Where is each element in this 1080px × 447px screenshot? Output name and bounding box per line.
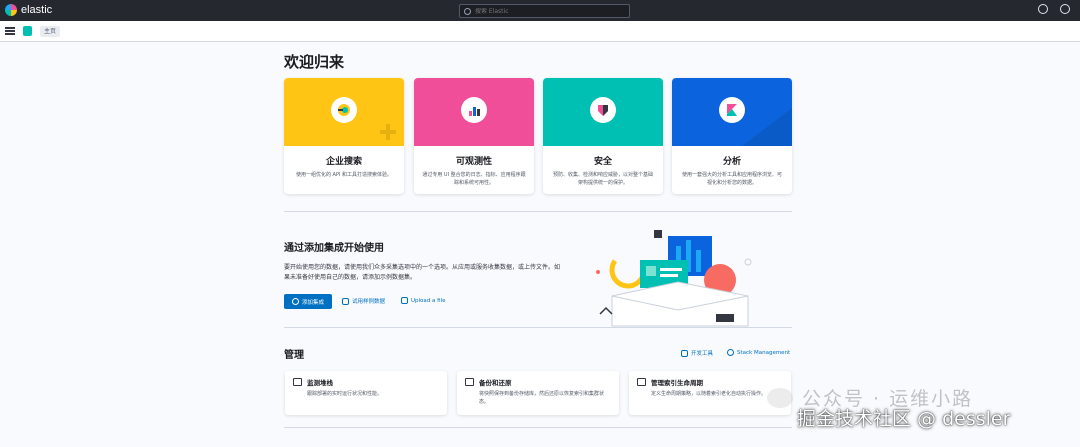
heartbeat-icon xyxy=(293,378,302,386)
integrations-title: 通过添加集成开始使用 xyxy=(284,243,384,254)
management-card-backup[interactable]: 备份和还原 将快照保存到备份存储库，然后还原以恢复索引和集群状态。 xyxy=(457,371,619,415)
management-card-title: 管理索引生命周期 xyxy=(651,379,703,387)
section-divider xyxy=(284,327,792,328)
card-title: 可观测性 xyxy=(455,157,492,167)
card-description: 通过专用 UI 整合您的日志、指标、应用程序跟踪和系统可用性。 xyxy=(422,172,526,186)
breadcrumb-home[interactable]: 主页 xyxy=(40,25,61,37)
integrations-illustration xyxy=(596,230,752,327)
stack-management-link[interactable]: Stack Management xyxy=(727,349,790,356)
list-icon xyxy=(637,378,646,386)
elastic-logo[interactable]: elastic xyxy=(5,4,52,16)
solution-card-analytics[interactable]: 分析 使用一套强大的分析工具和应用程序浏览、可视化和分析您的数据。 xyxy=(672,78,792,194)
sample-data-label: 试用样例数据 xyxy=(352,299,386,305)
management-card-description: 定义生命周期策略，以随着索引老化自动执行操作。 xyxy=(651,391,767,397)
document-icon xyxy=(342,297,349,305)
plus-icon xyxy=(291,298,299,305)
card-banner xyxy=(543,78,663,146)
top-header: elastic xyxy=(0,0,1080,21)
wechat-watermark-icon xyxy=(767,388,793,408)
card-description: 预防、收集、检测和响应威胁，以对整个基础架构提供统一的保护。 xyxy=(552,172,653,186)
upload-file-label: Upload a file xyxy=(411,297,446,304)
global-search[interactable] xyxy=(459,4,630,18)
add-integrations-button[interactable]: 添加集成 xyxy=(284,294,332,309)
management-card-description: 将快照保存到备份存储库，然后还原以恢复索引和集群状态。 xyxy=(479,391,605,405)
management-card-title: 备份和还原 xyxy=(479,379,512,387)
management-card-title: 监测堆栈 xyxy=(307,379,333,387)
add-integrations-label: 添加集成 xyxy=(301,299,324,306)
menu-toggle-icon[interactable] xyxy=(5,27,15,35)
database-icon xyxy=(465,378,474,386)
card-banner xyxy=(672,78,792,146)
dev-tools-link[interactable]: 开发工具 xyxy=(681,349,713,357)
card-banner xyxy=(284,78,404,146)
security-icon xyxy=(590,97,616,123)
management-card-description: 跟踪部署的实时运行状况和性能。 xyxy=(307,391,383,397)
solution-card-security[interactable]: 安全 预防、收集、检测和响应威胁，以对整个基础架构提供统一的保护。 xyxy=(543,78,663,194)
section-divider xyxy=(284,211,792,212)
integrations-description: 要开始使用您的数据，请使用我们众多采集选项中的一个选项。从应用或服务收集数据，或… xyxy=(284,264,561,281)
card-title: 安全 xyxy=(593,157,612,167)
page-title: 欢迎归来 xyxy=(284,53,345,71)
section-divider xyxy=(284,427,792,428)
stack-management-label: Stack Management xyxy=(737,349,791,356)
card-description: 使用一套强大的分析工具和应用程序浏览、可视化和分析您的数据。 xyxy=(681,172,782,186)
sample-data-link[interactable]: 试用样例数据 xyxy=(342,297,385,305)
management-card-monitoring[interactable]: 监测堆栈 跟踪部署的实时运行状况和性能。 xyxy=(285,371,447,415)
card-description: 使用一组优化的 API 和工具打造搜索体验。 xyxy=(295,172,393,178)
search-input[interactable] xyxy=(475,7,615,15)
breadcrumb-bar: 主页 xyxy=(0,21,1080,42)
app-badge-icon[interactable] xyxy=(23,26,32,36)
gear-icon xyxy=(727,349,734,356)
user-menu-icon[interactable] xyxy=(1060,4,1070,14)
dev-tools-label: 开发工具 xyxy=(691,351,714,357)
solution-card-observability[interactable]: 可观测性 通过专用 UI 整合您的日志、指标、应用程序跟踪和系统可用性。 xyxy=(414,78,534,194)
search-icon xyxy=(464,7,471,15)
card-title: 分析 xyxy=(722,157,741,167)
enterprise-search-icon xyxy=(331,97,357,123)
logo-text: elastic xyxy=(21,4,53,16)
upload-file-link[interactable]: Upload a file xyxy=(401,297,446,304)
wrench-icon xyxy=(681,349,688,357)
management-title: 管理 xyxy=(284,350,304,361)
upload-icon xyxy=(401,297,408,304)
management-card-index-lifecycle[interactable]: 管理索引生命周期 定义生命周期策略，以随着索引老化自动执行操作。 xyxy=(629,371,791,415)
card-title: 企业搜索 xyxy=(325,157,362,167)
help-icon[interactable] xyxy=(1038,4,1048,14)
elastic-logo-icon xyxy=(5,4,17,16)
observability-icon xyxy=(461,97,487,123)
card-banner xyxy=(414,78,534,146)
kibana-icon xyxy=(719,97,745,123)
solution-card-enterprise-search[interactable]: 企业搜索 使用一组优化的 API 和工具打造搜索体验。 xyxy=(284,78,404,194)
watermark-line2: 掘金技术社区 @ dessler xyxy=(797,408,1011,430)
